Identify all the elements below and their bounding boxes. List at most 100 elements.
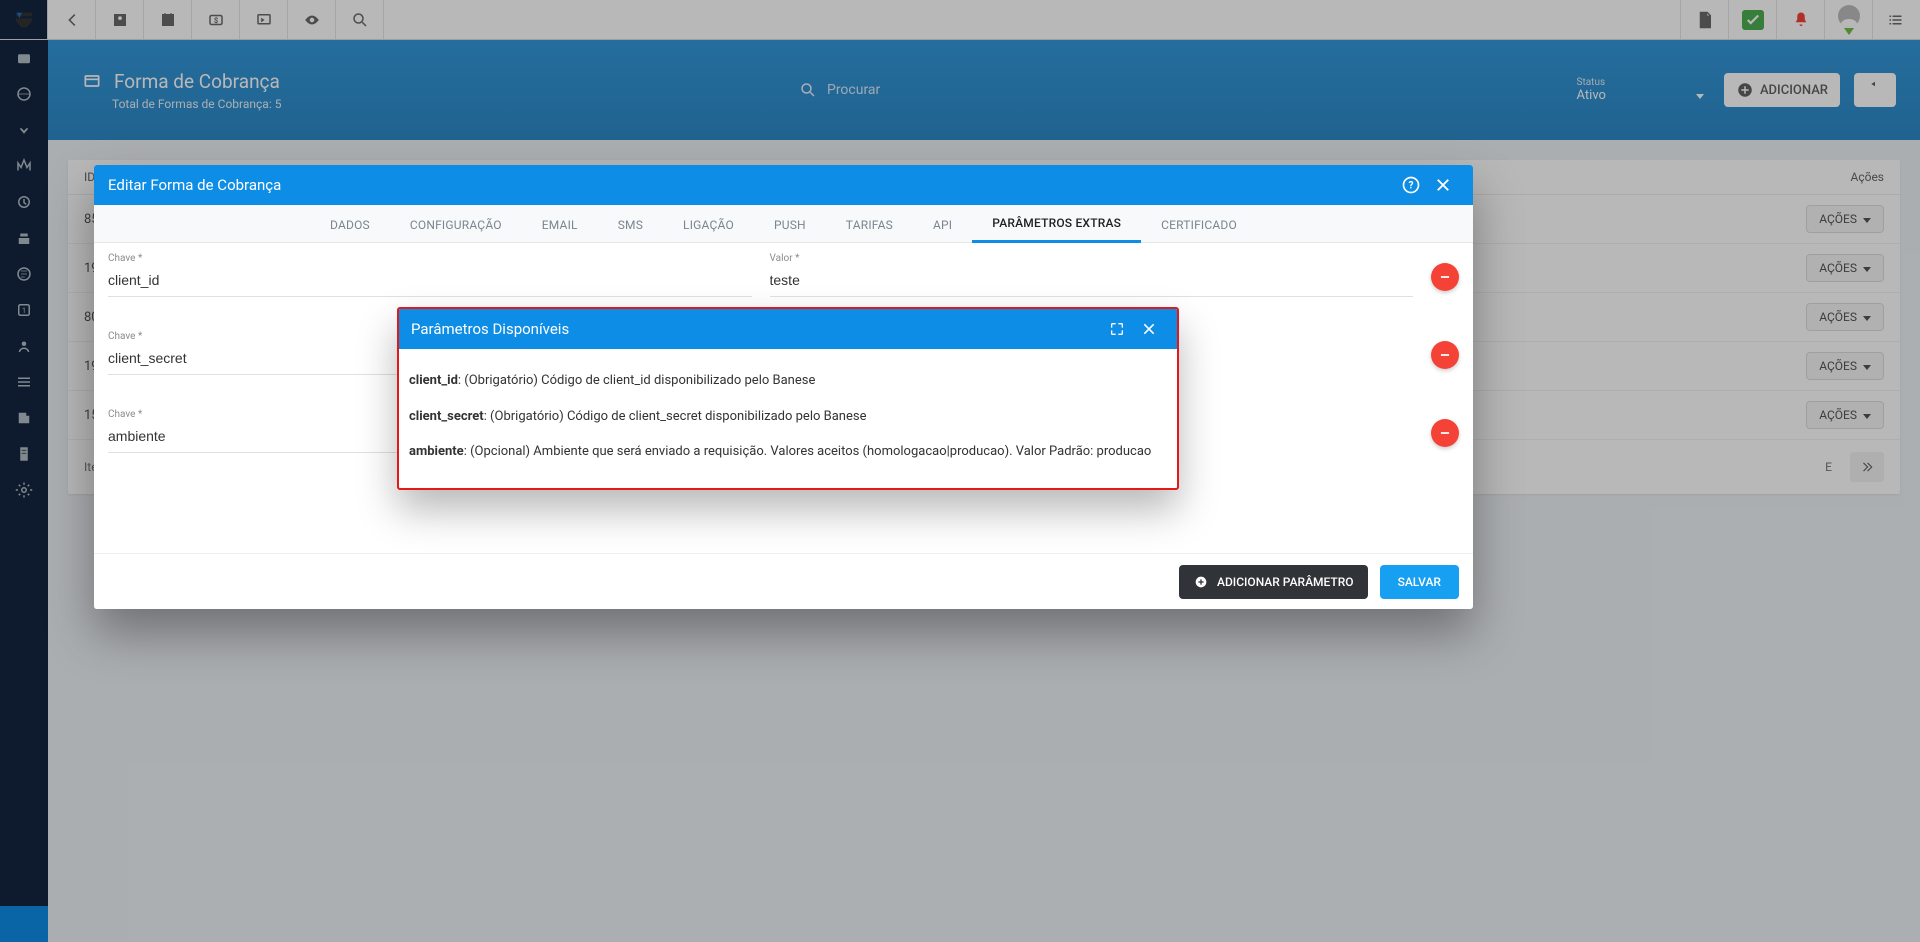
tab-dados[interactable]: DADOS (310, 208, 390, 242)
remove-param-button[interactable] (1431, 419, 1459, 447)
status-filter[interactable]: Status Ativo (1577, 77, 1704, 103)
menu-list-icon[interactable] (1872, 0, 1920, 39)
remove-param-button[interactable] (1431, 341, 1459, 369)
tab-certificado[interactable]: CERTIFICADO (1141, 208, 1257, 242)
param-row: Chave * Valor * (108, 247, 1459, 299)
tab-parametros-extras[interactable]: PARÂMETROS EXTRAS (972, 206, 1141, 243)
expand-icon (1109, 321, 1125, 337)
field-label-valor: Valor * (770, 253, 1414, 264)
svg-text:?: ? (1409, 180, 1414, 191)
popup-close-button[interactable] (1133, 313, 1165, 345)
popup-item: client_secret: (Obrigatório) Código de c… (409, 399, 1167, 435)
chevron-down-icon (1863, 310, 1871, 324)
chevron-double-right-icon (1860, 460, 1874, 474)
tab-tarifas[interactable]: TARIFAS (826, 208, 913, 242)
search-icon[interactable] (336, 0, 384, 39)
calendar-icon[interactable] (144, 0, 192, 39)
popup-item-name: client_secret (409, 409, 484, 424)
chevron-down-icon (1863, 408, 1871, 422)
add-param-button[interactable]: ADICIONAR PARÂMETRO (1179, 565, 1368, 599)
close-modal-button[interactable] (1427, 169, 1459, 201)
app-logo[interactable] (0, 0, 48, 39)
sidebar-item-12[interactable] (0, 436, 48, 472)
refresh-button[interactable] (1854, 73, 1896, 107)
search-icon (799, 81, 817, 99)
close-icon (1141, 321, 1157, 337)
popup-fullscreen-button[interactable] (1101, 313, 1133, 345)
chevron-down-icon (1863, 212, 1871, 226)
field-label-chave: Chave * (108, 409, 398, 420)
param-chave-input[interactable] (108, 268, 752, 297)
row-acoes-button[interactable]: AÇÕES (1806, 401, 1884, 429)
row-acoes-button[interactable]: AÇÕES (1806, 303, 1884, 331)
back-button[interactable] (48, 0, 96, 39)
bell-icon[interactable] (1776, 0, 1824, 39)
search-input[interactable]: Procurar (799, 81, 1059, 99)
popup-item-desc: : (Opcional) Ambiente que será enviado a… (464, 444, 1152, 459)
row-acoes-button[interactable]: AÇÕES (1806, 352, 1884, 380)
tab-push[interactable]: PUSH (754, 208, 826, 242)
plus-circle-icon (1193, 574, 1209, 590)
parametros-disponiveis-popup: Parâmetros Disponíveis client_id: (Obrig… (397, 307, 1179, 490)
tab-api[interactable]: API (913, 208, 972, 242)
sidebar-item-3[interactable] (0, 112, 48, 148)
sidebar-item-5[interactable] (0, 184, 48, 220)
money-icon[interactable]: $ (192, 0, 240, 39)
sidebar-item-7[interactable] (0, 256, 48, 292)
popup-item: client_id: (Obrigatório) Código de clien… (409, 363, 1167, 399)
close-icon (1434, 176, 1452, 194)
page-title: Forma de Cobrança (114, 70, 280, 93)
sidebar-item-8[interactable]: 1 (0, 292, 48, 328)
pdf-icon[interactable] (1680, 0, 1728, 39)
sidebar-item-settings[interactable] (0, 472, 48, 508)
page-subtitle: Total de Formas de Cobrança: 5 (82, 97, 281, 111)
row-acoes-button[interactable]: AÇÕES (1806, 254, 1884, 282)
row-acoes-button[interactable]: AÇÕES (1806, 205, 1884, 233)
add-button-label: ADICIONAR (1760, 83, 1828, 98)
popup-item-desc: : (Obrigatório) Código de client_id disp… (458, 373, 815, 388)
chevron-down-icon (1863, 261, 1871, 275)
sidebar-item-6[interactable] (0, 220, 48, 256)
minus-icon (1438, 348, 1452, 362)
popup-item: ambiente: (Opcional) Ambiente que será e… (409, 434, 1167, 470)
sidebar-item-1[interactable] (0, 40, 48, 76)
plus-circle-icon (1736, 81, 1754, 99)
param-valor-input[interactable] (770, 268, 1414, 297)
status-ok-icon[interactable] (1728, 0, 1776, 39)
param-chave-input[interactable] (108, 346, 398, 375)
save-button[interactable]: SALVAR (1380, 565, 1459, 599)
chevron-down-icon (1863, 359, 1871, 373)
help-button[interactable]: ? (1395, 169, 1427, 201)
user-avatar[interactable] (1824, 0, 1872, 39)
tab-config[interactable]: CONFIGURAÇÃO (390, 208, 522, 242)
popup-item-desc: : (Obrigatório) Código de client_secret … (484, 409, 867, 424)
topbar: $ (0, 0, 1920, 40)
tab-email[interactable]: EMAIL (522, 208, 598, 242)
sidebar-item-11[interactable] (0, 400, 48, 436)
topbar-spacer (384, 0, 1680, 39)
contact-icon[interactable] (96, 0, 144, 39)
tab-sms[interactable]: SMS (598, 208, 663, 242)
page-header: Forma de Cobrança Total de Formas de Cob… (48, 40, 1920, 140)
save-label: SALVAR (1398, 575, 1441, 589)
sidebar: 1 (0, 40, 48, 942)
field-label-chave: Chave * (108, 253, 752, 264)
tab-ligacao[interactable]: LIGAÇÃO (663, 208, 754, 242)
sidebar-item-4[interactable] (0, 148, 48, 184)
modal-tabs: DADOS CONFIGURAÇÃO EMAIL SMS LIGAÇÃO PUS… (94, 205, 1473, 243)
sidebar-item-10[interactable] (0, 364, 48, 400)
help-icon: ? (1401, 175, 1421, 195)
add-param-label: ADICIONAR PARÂMETRO (1217, 575, 1354, 589)
search-placeholder: Procurar (827, 82, 880, 98)
eye-icon[interactable] (288, 0, 336, 39)
status-value: Ativo (1577, 88, 1606, 103)
pager-next[interactable] (1850, 452, 1884, 482)
param-chave-input[interactable] (108, 424, 398, 453)
sidebar-item-2[interactable] (0, 76, 48, 112)
add-button[interactable]: ADICIONAR (1724, 73, 1840, 107)
remove-param-button[interactable] (1431, 263, 1459, 291)
sidebar-item-active[interactable] (0, 906, 48, 942)
sidebar-item-9[interactable] (0, 328, 48, 364)
svg-text:1: 1 (22, 306, 26, 315)
terminal-icon[interactable] (240, 0, 288, 39)
